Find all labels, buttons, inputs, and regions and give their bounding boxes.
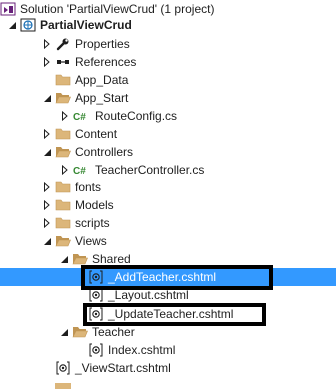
tree-item[interactable]: Teacher (0, 323, 336, 341)
folder-open-icon (72, 251, 88, 267)
tree-item-label: _ViewStart.cshtml (75, 361, 171, 375)
collapsed-arrow-icon[interactable] (42, 37, 52, 51)
tree-item[interactable]: C# TeacherController.cs (0, 161, 336, 179)
svg-text:C#: C# (73, 166, 86, 177)
tree-item-label: App_Start (75, 91, 129, 105)
tree-item-label: Properties (75, 37, 130, 51)
tree-item-label: Content (75, 127, 118, 141)
tree-item-label: Views (75, 234, 107, 248)
collapsed-arrow-icon[interactable] (42, 55, 52, 69)
tree-item[interactable]: fonts (0, 178, 336, 196)
tree-item[interactable]: _Layout.cshtml (0, 286, 336, 304)
csharp-file-icon: C# (73, 108, 91, 124)
tree-item-label: Models (75, 198, 114, 212)
tree-item[interactable]: Controllers (0, 143, 336, 161)
tree-item[interactable]: _ViewStart.cshtml (0, 359, 336, 377)
folder-icon (55, 126, 71, 142)
expanded-arrow-icon[interactable] (59, 325, 69, 339)
references-icon (55, 54, 71, 70)
folder-open-icon (72, 324, 88, 340)
collapsed-arrow-icon[interactable] (42, 180, 52, 194)
razor-file-icon (88, 287, 104, 303)
web-project-icon (20, 17, 36, 33)
tree-item[interactable]: App_Data (0, 71, 336, 89)
csharp-file-icon: C# (73, 162, 91, 178)
tree-item-label: Shared (92, 252, 131, 266)
tree-item[interactable]: _UpdateTeacher.cshtml (0, 305, 336, 323)
tree-item-partial (0, 379, 336, 391)
collapsed-arrow-icon[interactable] (60, 109, 70, 123)
tree-item-label: _UpdateTeacher.cshtml (108, 307, 234, 321)
razor-file-icon (88, 342, 104, 358)
tree-item-label: scripts (75, 216, 110, 230)
tree-item-label: Teacher (92, 325, 135, 339)
tree-item-label: _AddTeacher.cshtml (108, 270, 217, 284)
razor-file-icon (88, 269, 104, 285)
wrench-icon (55, 36, 71, 52)
expanded-arrow-icon[interactable] (7, 18, 17, 32)
tree-item[interactable]: Content (0, 125, 336, 143)
folder-open-icon (55, 144, 71, 160)
tree-item[interactable]: Shared (0, 250, 336, 268)
solution-icon (0, 1, 16, 17)
tree-item-label: Solution 'PartialViewCrud' (1 project) (20, 2, 215, 16)
expanded-arrow-icon[interactable] (42, 91, 52, 105)
collapsed-arrow-icon[interactable] (42, 127, 52, 141)
razor-file-icon (55, 360, 71, 376)
tree-item-label: _Layout.cshtml (108, 288, 189, 302)
tree-item-label: PartialViewCrud (40, 18, 132, 32)
tree-item[interactable]: C# RouteConfig.cs (0, 107, 336, 125)
tree-item-label: Controllers (75, 145, 134, 159)
folder-open-icon (55, 233, 71, 249)
collapsed-arrow-icon[interactable] (42, 216, 52, 230)
collapsed-arrow-icon[interactable] (60, 163, 70, 177)
tree-item[interactable]: Properties (0, 35, 336, 53)
tree-item[interactable]: References (0, 53, 336, 71)
tree-item-label: fonts (75, 180, 102, 194)
tree-item[interactable]: PartialViewCrud (0, 16, 336, 34)
tree-item-label: TeacherController.cs (95, 163, 205, 177)
tree-item[interactable]: scripts (0, 214, 336, 232)
tree-item[interactable]: App_Start (0, 89, 336, 107)
solution-explorer-tree: Solution 'PartialViewCrud' (1 project) Pa… (0, 0, 336, 389)
razor-file-icon (88, 306, 104, 322)
folder-open-icon (55, 90, 71, 106)
tree-item[interactable]: _AddTeacher.cshtml (0, 268, 336, 286)
expanded-arrow-icon[interactable] (42, 145, 52, 159)
tree-item[interactable]: Views (0, 232, 336, 250)
expanded-arrow-icon[interactable] (42, 234, 52, 248)
folder-icon (55, 215, 71, 231)
expanded-arrow-icon[interactable] (59, 252, 69, 266)
folder-icon (55, 179, 71, 195)
tree-item-label: References (75, 55, 137, 69)
tree-item-label: RouteConfig.cs (95, 109, 178, 123)
tree-item-label: App_Data (75, 73, 129, 87)
collapsed-arrow-icon[interactable] (42, 198, 52, 212)
tree-item[interactable]: Models (0, 196, 336, 214)
folder-icon (55, 197, 71, 213)
tree-item[interactable]: Index.cshtml (0, 341, 336, 359)
folder-icon (55, 72, 71, 88)
tree-item-label: Index.cshtml (108, 343, 176, 357)
svg-text:C#: C# (73, 112, 86, 123)
